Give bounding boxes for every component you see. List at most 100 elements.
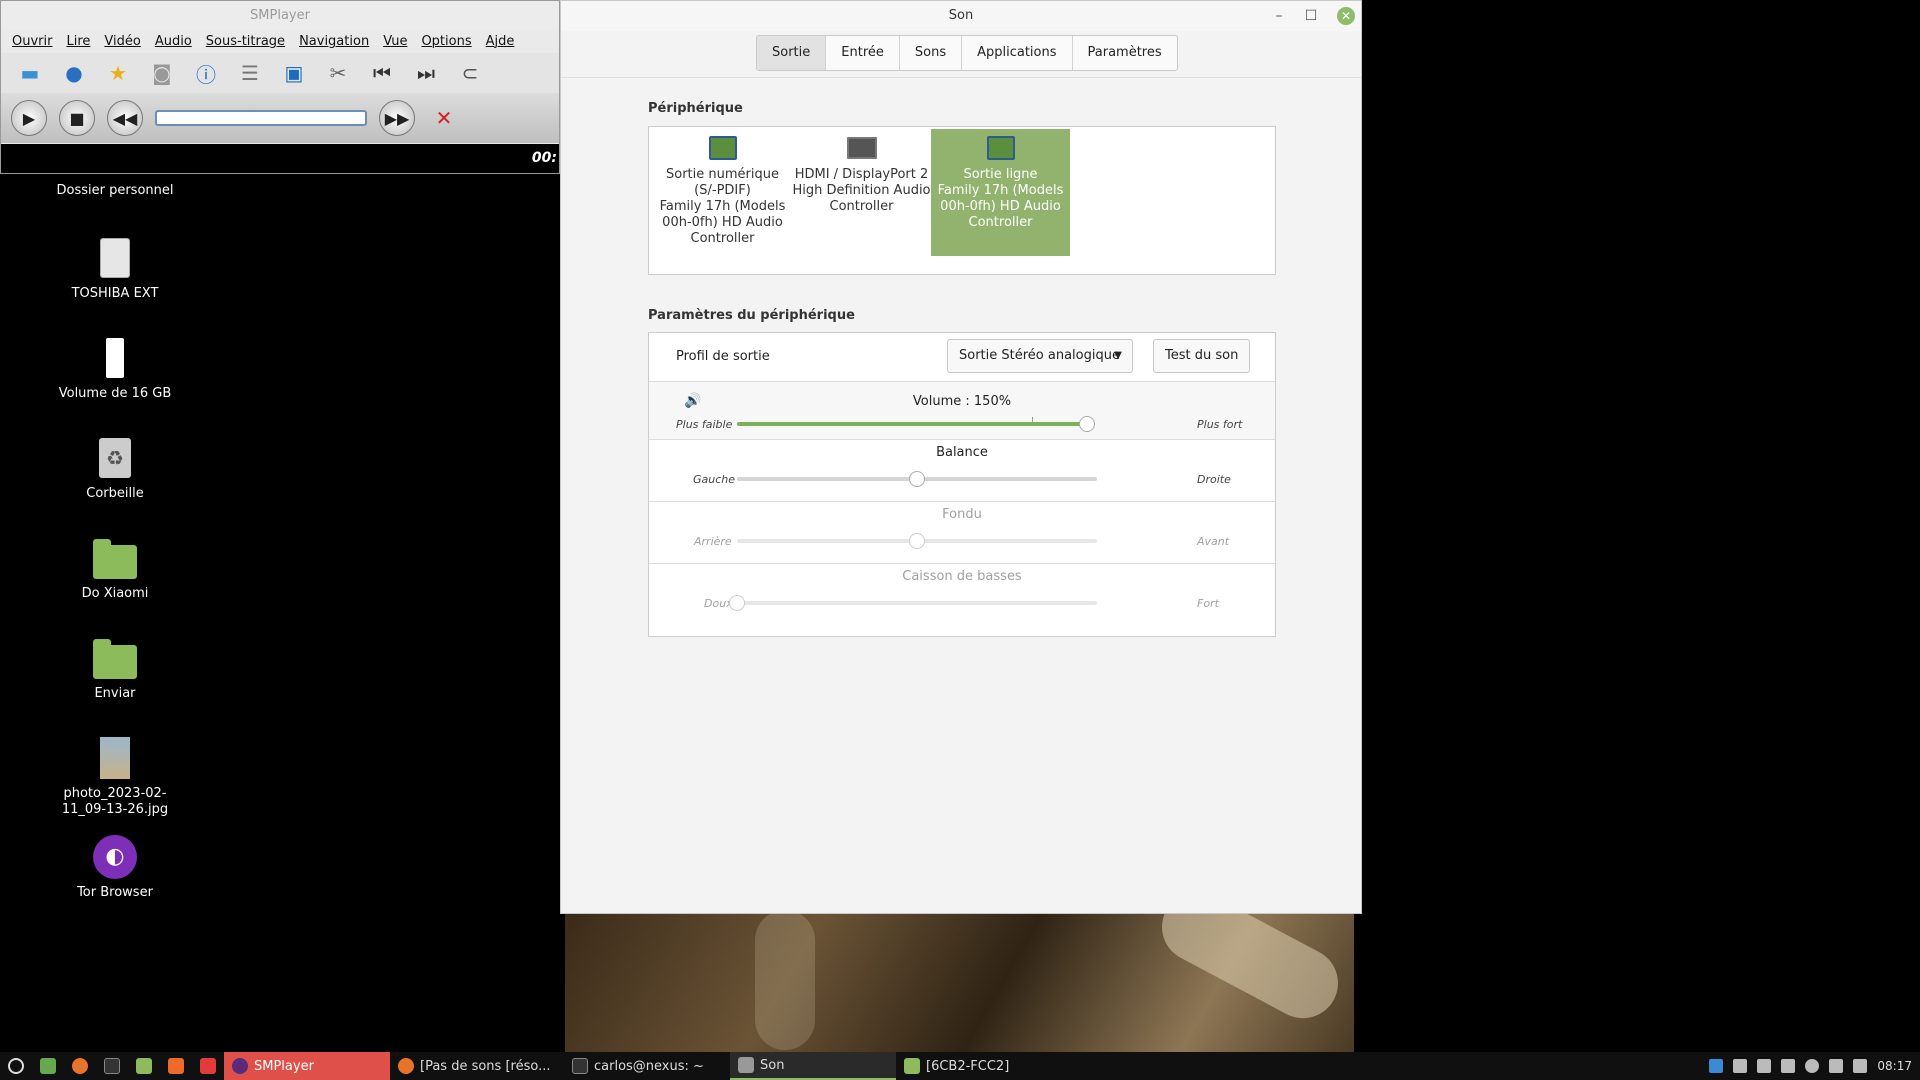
task-smplayer[interactable]: SMPlayer [224, 1052, 390, 1080]
desktop-icon-label: Dossier personnel [56, 183, 174, 198]
clock[interactable]: 08:17 [1877, 1059, 1912, 1073]
globe-icon[interactable]: ● [57, 57, 91, 89]
test-sound-button[interactable]: Test du son [1153, 339, 1251, 373]
desktop-icon-label: Do Xiaomi [81, 586, 149, 601]
task-label: Son [760, 1057, 785, 1073]
network-icon[interactable] [1829, 1059, 1844, 1073]
menu-options[interactable]: Options [414, 31, 478, 53]
task-son[interactable]: Son [730, 1052, 896, 1080]
device-spdif[interactable]: Sortie numérique (S/-PDIF) Family 17h (M… [653, 129, 792, 256]
tab-sons[interactable]: Sons [900, 36, 963, 70]
printer-icon[interactable] [1757, 1059, 1772, 1073]
desktop-icon-toshiba[interactable]: TOSHIBA EXT [40, 236, 190, 302]
launcher-vivaldi[interactable] [192, 1052, 224, 1080]
star-icon[interactable]: ★ [101, 57, 135, 89]
launcher-files[interactable] [32, 1052, 64, 1080]
user-icon[interactable] [1805, 1059, 1820, 1073]
menu-lire[interactable]: Lire [59, 31, 97, 53]
sound-card-icon [984, 133, 1018, 163]
playlist-icon[interactable]: ☰ [233, 57, 267, 89]
desktop-icon-home[interactable]: Dossier personnel [40, 183, 190, 199]
tab-sortie[interactable]: Sortie [757, 36, 827, 70]
balance-label: Balance [936, 445, 988, 460]
shield-icon[interactable] [1733, 1059, 1748, 1073]
menu-vue[interactable]: Vue [376, 31, 414, 53]
open-folder-icon[interactable]: ▬ [13, 57, 47, 89]
desktop-icon-do-xiaomi[interactable]: Do Xiaomi [40, 536, 190, 602]
system-tray: 08:17 [1709, 1052, 1920, 1080]
smplayer-toolbar: ▬ ● ★ ◙ ⓘ ☰ ▣ ✂ ⏮ ⏭ ⊂ [1, 53, 559, 93]
image-file-icon [93, 736, 137, 780]
forward-button[interactable]: ▶▶ [379, 100, 415, 136]
task-nemo[interactable]: [6CB2-FCC2] [896, 1052, 1062, 1080]
device-settings: Profil de sortie Sortie Stéréo analogiqu… [648, 332, 1276, 637]
tab-parametres[interactable]: Paramètres [1073, 36, 1177, 70]
fade-label: Fondu [942, 507, 982, 522]
eject-icon[interactable]: ⊂ [453, 57, 487, 89]
menu-button[interactable] [0, 1052, 32, 1080]
launcher-terminal[interactable] [96, 1052, 128, 1080]
rewind-button[interactable]: ◀◀ [107, 100, 143, 136]
keyboard-icon[interactable] [1781, 1059, 1796, 1073]
device-list: Sortie numérique (S/-PDIF) Family 17h (M… [648, 126, 1276, 275]
menu-navigation[interactable]: Navigation [292, 31, 376, 53]
screenshot-icon[interactable]: ◙ [145, 57, 179, 89]
maximize-icon[interactable]: ☐ [1301, 1, 1321, 31]
desktop-icon-photo[interactable]: photo_2023-02-11_09-13-26.jpg [40, 736, 190, 818]
task-firefox[interactable]: [Pas de sons [réso... [390, 1052, 564, 1080]
taskbar: SMPlayer [Pas de sons [réso... carlos@ne… [0, 1052, 1920, 1080]
drive-icon [93, 236, 137, 280]
device-hdmi[interactable]: HDMI / DisplayPort 2 High Definition Aud… [792, 129, 931, 256]
output-profile-dropdown[interactable]: Sortie Stéréo analogique ▼ [947, 339, 1133, 373]
subwoofer-slider-handle [729, 595, 745, 611]
next-icon[interactable]: ⏭ [409, 57, 443, 89]
task-label: [Pas de sons [réso... [420, 1058, 551, 1074]
app-tray-icon[interactable] [1709, 1059, 1724, 1073]
sound-settings-window: Son – ☐ ✕ Sortie Entrée Sons Application… [560, 0, 1362, 914]
desktop-icon-label: TOSHIBA EXT [71, 286, 159, 301]
tools-icon[interactable]: ✂ [321, 57, 355, 89]
play-button[interactable]: ▶ [11, 100, 47, 136]
menu-aide[interactable]: Ajde [479, 31, 522, 53]
fullscreen-icon[interactable]: ✕ [427, 102, 461, 134]
menu-ouvrir[interactable]: Ouvrir [5, 31, 59, 53]
desktop-icon-usb[interactable]: Volume de 16 GB [40, 336, 190, 402]
balance-slider-handle[interactable] [909, 471, 925, 487]
balance-left-label: Gauche [693, 473, 736, 486]
desktop-icon-enviar[interactable]: Enviar [40, 636, 190, 702]
device-line-out[interactable]: Sortie ligne Family 17h (Models 00h-0fh)… [931, 129, 1070, 256]
seek-bar[interactable] [155, 110, 367, 126]
video-icon[interactable]: ▣ [277, 57, 311, 89]
menu-sous-titrage[interactable]: Sous-titrage [199, 31, 292, 53]
window-title: Son [948, 8, 974, 23]
subwoofer-right-label: Fort [1197, 597, 1219, 610]
menu-audio[interactable]: Audio [148, 31, 199, 53]
menu-video[interactable]: Vidéo [97, 31, 147, 53]
fade-right-label: Avant [1197, 535, 1230, 548]
volume-100-tick [1032, 417, 1033, 422]
desktop-icon-label: Tor Browser [77, 885, 153, 900]
desktop-icon-tor[interactable]: ◐ Tor Browser [40, 835, 190, 901]
task-label: carlos@nexus: ~ [594, 1058, 704, 1074]
device-detail: Family 17h (Models 00h-0fh) HD Audio Con… [659, 199, 786, 246]
time-display: 00: [1, 144, 559, 173]
launcher-nemo[interactable] [128, 1052, 160, 1080]
close-icon[interactable]: ✕ [1337, 7, 1355, 25]
launcher-firefox[interactable] [64, 1052, 96, 1080]
volume-slider-handle[interactable] [1079, 416, 1095, 432]
fade-row: Fondu Arrière Avant [649, 501, 1275, 563]
tab-entree[interactable]: Entrée [826, 36, 900, 70]
desktop-icon-trash[interactable]: ♻ Corbeille [40, 436, 190, 502]
sound-card-icon [706, 133, 740, 163]
smplayer-controls: ▶ ■ ◀◀ ▶▶ ✕ [1, 93, 559, 143]
stop-button[interactable]: ■ [59, 100, 95, 136]
launcher-brave[interactable] [160, 1052, 192, 1080]
info-icon[interactable]: ⓘ [189, 57, 223, 89]
task-terminal[interactable]: carlos@nexus: ~ [564, 1052, 730, 1080]
volume-icon[interactable] [1853, 1059, 1868, 1073]
volume-min-label: Plus faible [676, 418, 733, 431]
minimize-icon[interactable]: – [1269, 1, 1289, 31]
fade-left-label: Arrière [694, 535, 732, 548]
previous-icon[interactable]: ⏮ [365, 57, 399, 89]
tab-applications[interactable]: Applications [962, 36, 1073, 70]
